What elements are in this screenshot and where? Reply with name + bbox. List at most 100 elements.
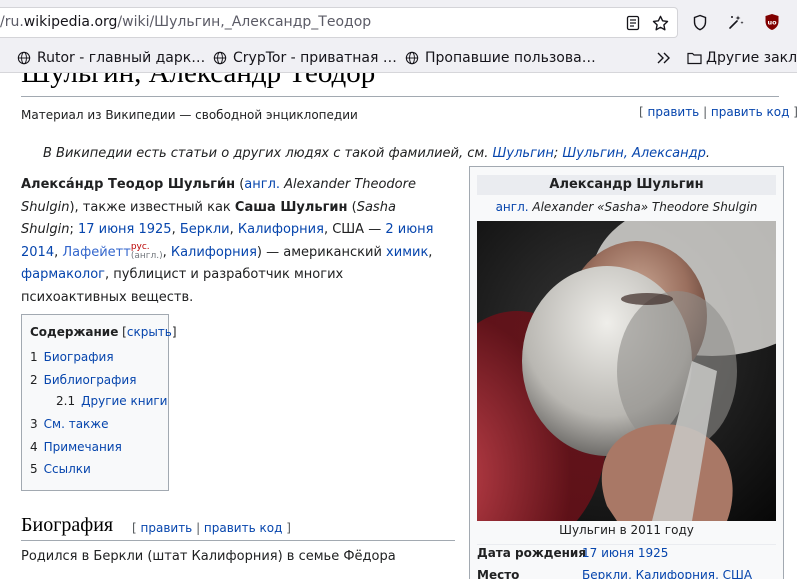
toc-number: 1: [30, 350, 38, 364]
edit-link[interactable]: править: [648, 105, 700, 119]
birth-date-link[interactable]: 17 июня 1925: [78, 222, 172, 237]
hatnote-separator: ;: [553, 146, 559, 161]
globe-icon: [17, 51, 31, 65]
other-bookmarks-folder[interactable]: Другие заклад: [687, 49, 797, 67]
rus-link[interactable]: рус.: [131, 243, 163, 252]
nickname: Саша Шульгин: [234, 199, 348, 215]
toc-number: 4: [30, 440, 38, 454]
lafayette-link[interactable]: Лафейетт: [62, 245, 130, 260]
toc-label: Библиография: [43, 373, 137, 387]
hatnote-link-shulgin[interactable]: Шульгин: [493, 146, 554, 161]
toc-number: 2: [30, 373, 38, 387]
toc-hide-toggle[interactable]: скрыть: [127, 325, 172, 339]
photo-caption: Шульгин в 2011 году: [559, 523, 694, 537]
bookmark-star-icon[interactable]: [650, 13, 670, 33]
page-title: Шульгин, Александр Теодор: [21, 73, 376, 89]
lead-text: , США —: [323, 222, 386, 237]
url-domain: wikipedia.org: [23, 14, 118, 30]
bookmark-label: CrypTor - приватная …: [233, 50, 397, 66]
toc-label: См. также: [43, 417, 109, 431]
toc-bracket: [: [118, 325, 127, 339]
toc-number: 2.1: [56, 394, 76, 408]
infobox-row-birth: Дата рождения17 июня 1925: [477, 546, 668, 560]
infobox-lang-link[interactable]: англ.: [496, 200, 529, 214]
bookmark-cryptor[interactable]: CrypTor - приватная …: [213, 49, 397, 67]
subject-name: Алекса́ндр Теодор Шульги́н: [21, 177, 236, 192]
edit-code-link[interactable]: править код: [711, 105, 789, 119]
bookmarks-overflow-button[interactable]: [656, 49, 672, 67]
toc-item-links[interactable]: 5 Ссылки: [30, 462, 91, 476]
url-prefix: /ru.: [0, 14, 24, 30]
eng-link[interactable]: (англ.): [131, 252, 163, 261]
infobox-title: Александр Шульгин: [477, 175, 776, 195]
portrait-photo[interactable]: [477, 221, 776, 521]
california-link-2[interactable]: Калифорния: [171, 245, 257, 260]
browser-toolbar: /ru.wikipedia.org/wiki/Шульгин,_Александ…: [0, 0, 797, 45]
lead-text: ,: [171, 222, 180, 237]
folder-icon: [687, 52, 702, 65]
hatnote-text: В Википедии есть статьи о других людях с…: [43, 146, 489, 161]
section-edit-links: [ править | править код ]: [132, 521, 291, 535]
infobox-divider: [477, 544, 776, 545]
infobox-birth-place-link[interactable]: Беркли, Калифорния, США: [582, 568, 752, 579]
bookmark-rutor[interactable]: Rutor - главный дарк…: [17, 49, 205, 67]
url-path: /wiki/Шульгин,_Александр_Теодор: [117, 14, 372, 30]
section-paragraph: Родился в Беркли (штат Калифорния) в сем…: [21, 549, 396, 564]
hatnote-link-shulgin-alexander[interactable]: Шульгин, Александр: [562, 146, 706, 161]
reader-view-icon[interactable]: [623, 13, 643, 33]
toc-number: 3: [30, 417, 38, 431]
pharmacologist-link[interactable]: фармаколог: [21, 267, 105, 282]
title-divider: [21, 96, 779, 97]
lead-text: ) — американский: [256, 244, 387, 260]
svg-text:uo: uo: [767, 19, 777, 27]
infobox-orig-name-text: Alexander «Sasha» Theodore Shulgin: [528, 200, 758, 214]
berkeley-link[interactable]: Беркли: [180, 222, 230, 237]
toc-bracket: ]: [171, 325, 177, 339]
toc-item-see-also[interactable]: 3 См. также: [30, 417, 109, 431]
lead-text: ), также известный как: [69, 199, 235, 215]
section-heading-biography: Биография: [21, 514, 114, 536]
california-link[interactable]: Калифорния: [238, 222, 324, 237]
table-of-contents: Содержание [скрыть] 1 Биография 2 Библиогр…: [21, 314, 177, 491]
globe-icon: [213, 51, 227, 65]
shield-icon[interactable]: [690, 12, 710, 32]
toc-label: Примечания: [43, 440, 122, 454]
lead-paragraph: Алекса́ндр Теодор Шульги́н (англ. Alexan…: [21, 174, 451, 309]
toc-number: 5: [30, 462, 38, 476]
extensions-icon[interactable]: [726, 12, 746, 32]
toc-item-biography[interactable]: 1 Биография: [30, 350, 114, 364]
toc-item-notes[interactable]: 4 Примечания: [30, 440, 122, 454]
lang-english-link[interactable]: англ.: [244, 177, 280, 192]
infobox-key: Место: [477, 568, 520, 579]
url-text: /ru.wikipedia.org/wiki/Шульгин,_Александ…: [0, 14, 371, 30]
toc-label: Биография: [43, 350, 114, 364]
section-edit-code-link[interactable]: править код: [204, 521, 282, 535]
toc-item-other-books[interactable]: 2.1 Другие книги: [56, 394, 167, 408]
infobox-key: Дата рождения: [477, 546, 587, 560]
infobox-original-name: англ. Alexander «Sasha» Theodore Shulgin: [470, 200, 783, 214]
hatnote-end: .: [705, 146, 711, 161]
section-divider: [21, 540, 455, 541]
other-bookmarks-label: Другие заклад: [706, 50, 797, 66]
section-edit-link[interactable]: править: [141, 521, 193, 535]
bookmark-label: Rutor - главный дарк…: [37, 50, 206, 66]
chemist-link[interactable]: химик: [386, 245, 428, 260]
url-field[interactable]: /ru.wikipedia.org/wiki/Шульгин,_Александ…: [0, 7, 678, 38]
infobox-row-place: Место Беркли, Калифорния, США: [477, 568, 752, 579]
globe-icon: [405, 51, 419, 65]
bookmark-lost-users[interactable]: Пропавшие пользова…: [405, 49, 596, 67]
toc-label: Ссылки: [43, 462, 91, 476]
lead-text: ;: [69, 222, 78, 237]
infobox-birth-date-link[interactable]: 17 июня 1925: [582, 546, 668, 560]
toc-heading: Содержание [скрыть]: [30, 325, 177, 339]
toc-label: Другие книги: [81, 394, 168, 408]
toc-title: Содержание: [30, 325, 119, 339]
infobox: Александр Шульгин англ. Alexander «Sasha…: [469, 166, 784, 579]
lead-text: ,: [162, 244, 171, 260]
page-edit-links: [ править | править код ]: [639, 105, 797, 119]
toc-item-bibliography[interactable]: 2 Библиография: [30, 373, 136, 387]
lead-text: ,: [229, 222, 238, 237]
bookmarks-toolbar: Rutor - главный дарк… CrypTor - приватна…: [0, 45, 797, 73]
chevron-double-right-icon: [657, 52, 670, 64]
ublock-icon[interactable]: uo: [762, 12, 782, 32]
